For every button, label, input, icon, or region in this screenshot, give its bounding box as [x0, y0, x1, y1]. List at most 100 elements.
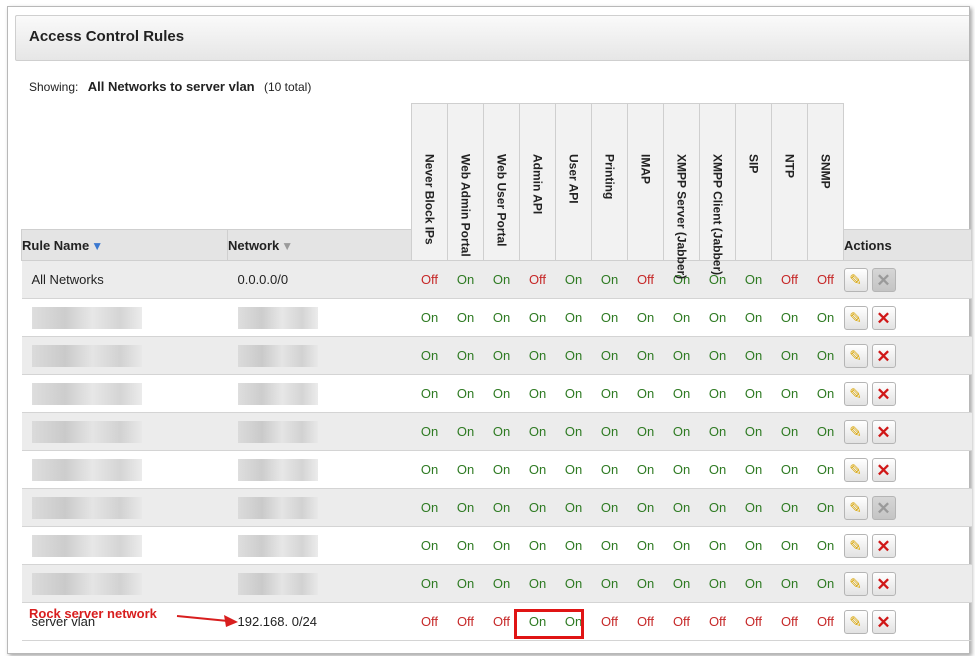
service-state-cell: On	[483, 526, 520, 565]
edit-pencil-icon[interactable]: ✎	[843, 305, 868, 330]
column-header-service: Admin API	[519, 103, 556, 261]
service-state-cell: On	[735, 564, 772, 603]
redacted-blur	[237, 496, 318, 519]
edit-pencil-icon[interactable]: ✎	[843, 609, 868, 634]
service-state-cell: On	[519, 336, 556, 375]
actions-cell: ✎ ✕	[843, 564, 972, 603]
service-state-cell: On	[483, 374, 520, 413]
service-state-cell: On	[555, 412, 592, 451]
actions-cell: ✎ ✕	[843, 374, 972, 413]
rule-name-redacted	[21, 336, 228, 375]
edit-pencil-icon[interactable]: ✎	[843, 343, 868, 368]
service-state-cell: On	[663, 374, 700, 413]
service-header-label: SNMP	[818, 154, 833, 189]
network-redacted	[227, 526, 412, 565]
service-state-cell: On	[555, 450, 592, 489]
redacted-blur	[31, 572, 142, 595]
redacted-blur	[31, 344, 142, 367]
redacted-blur	[31, 458, 142, 481]
redacted-blur	[237, 420, 318, 443]
service-state-cell: Off	[591, 602, 628, 641]
network-redacted	[227, 412, 412, 451]
table-row[interactable]: On On On On On On On On On On On On ✎ ✕	[21, 374, 972, 413]
table-row[interactable]: On On On On On On On On On On On On ✎ ✕	[21, 450, 972, 489]
network-header-label: Network	[228, 237, 280, 253]
access-rules-table: Never Block IPs Web Admin Portal Web User …	[21, 103, 972, 641]
service-state-cell: On	[483, 412, 520, 451]
table-row[interactable]: On On On On On On On On On On On On ✎ ✕	[21, 298, 972, 337]
edit-pencil-icon[interactable]: ✎	[843, 419, 868, 444]
header-spacer	[22, 104, 228, 230]
table-row[interactable]: On On On On On On On On On On On On ✎ ✕	[21, 336, 972, 375]
column-header-service: User API	[555, 103, 592, 261]
delete-x-icon[interactable]: ✕	[871, 609, 896, 634]
service-state-cell: On	[699, 564, 736, 603]
table-row[interactable]: All Networks 0.0.0.0/0 Off On On Off On On Off On…	[21, 260, 972, 299]
column-header-service: Web User Portal	[483, 103, 520, 261]
service-state-cell: On	[663, 336, 700, 375]
delete-x-icon[interactable]: ✕	[871, 571, 896, 596]
rule-name-redacted	[21, 526, 228, 565]
service-state-cell: Off	[735, 602, 772, 641]
table-row[interactable]: On On On On On On On On On On On On ✎ ✕	[21, 526, 972, 565]
service-state-cell: On	[447, 564, 484, 603]
service-state-cell: On	[519, 526, 556, 565]
delete-x-icon[interactable]: ✕	[871, 381, 896, 406]
redacted-blur	[237, 306, 318, 329]
redacted-blur	[31, 496, 142, 519]
service-state-cell: On	[627, 412, 664, 451]
column-header-rule-name[interactable]: Rule Name ▼	[21, 229, 228, 261]
actions-cell: ✎ ✕	[843, 412, 972, 451]
service-state-cell: On	[807, 488, 844, 527]
redacted-blur	[31, 382, 142, 405]
service-state-cell: On	[807, 374, 844, 413]
service-state-cell: On	[483, 298, 520, 337]
table-row[interactable]: server vlan 192.168. 0/24 Off Off Off On On Off…	[21, 602, 972, 641]
service-state-cell: Off	[447, 602, 484, 641]
service-state-cell: On	[771, 374, 808, 413]
table-row[interactable]: On On On On On On On On On On On On ✎ ✕	[21, 564, 972, 603]
delete-x-icon[interactable]: ✕	[871, 305, 896, 330]
service-state-cell: On	[771, 336, 808, 375]
network-cell: 0.0.0.0/0	[227, 260, 412, 299]
column-header-network[interactable]: Network ▼	[227, 229, 412, 261]
service-state-cell: On	[699, 374, 736, 413]
network-cell: 192.168. 0/24	[227, 602, 412, 641]
service-state-cell: On	[411, 450, 448, 489]
delete-x-icon[interactable]: ✕	[871, 457, 896, 482]
edit-pencil-icon[interactable]: ✎	[843, 267, 868, 292]
edit-pencil-icon[interactable]: ✎	[843, 495, 868, 520]
edit-pencil-icon[interactable]: ✎	[843, 381, 868, 406]
actions-cell: ✎ ✕	[843, 298, 972, 337]
service-state-cell: On	[447, 450, 484, 489]
sort-down-grey-icon: ▼	[281, 238, 294, 253]
service-state-cell: On	[591, 260, 628, 299]
delete-x-icon[interactable]: ✕	[871, 419, 896, 444]
rule-name-redacted	[21, 488, 228, 527]
edit-pencil-icon[interactable]: ✎	[843, 571, 868, 596]
table-row[interactable]: On On On On On On On On On On On On ✎ ✕	[21, 412, 972, 451]
edit-pencil-icon[interactable]: ✎	[843, 457, 868, 482]
service-state-cell: Off	[411, 260, 448, 299]
column-header-service: IMAP	[627, 103, 664, 261]
delete-x-icon: ✕	[871, 495, 896, 520]
annotation-arrow-icon	[176, 615, 238, 627]
delete-x-icon[interactable]: ✕	[871, 533, 896, 558]
service-state-cell: On	[591, 526, 628, 565]
service-state-cell: On	[699, 450, 736, 489]
service-state-cell: On	[555, 488, 592, 527]
service-state-cell: On	[447, 412, 484, 451]
delete-x-icon[interactable]: ✕	[871, 343, 896, 368]
service-state-cell: On	[735, 374, 772, 413]
panel-header: Access Control Rules	[15, 15, 969, 61]
showing-network: All Networks to server vlan	[87, 79, 255, 94]
table-row[interactable]: On On On On On On On On On On On On ✎ ✕	[21, 488, 972, 527]
service-state-cell: Off	[807, 602, 844, 641]
network-redacted	[227, 336, 412, 375]
service-state-cell: On	[735, 336, 772, 375]
service-state-cell: On	[735, 488, 772, 527]
service-state-cell: On	[447, 336, 484, 375]
edit-pencil-icon[interactable]: ✎	[843, 533, 868, 558]
service-state-cell: On	[483, 564, 520, 603]
service-state-cell: On	[483, 488, 520, 527]
